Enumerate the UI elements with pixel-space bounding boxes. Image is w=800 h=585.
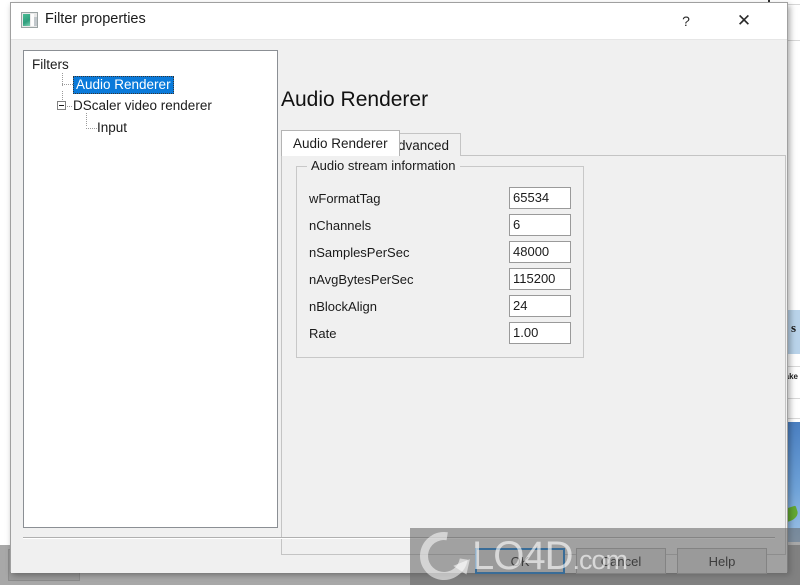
field-row: nBlockAlign 24 xyxy=(309,295,575,321)
tree-connector xyxy=(86,128,97,129)
field-value-nchannels[interactable]: 6 xyxy=(509,214,571,236)
field-row: nAvgBytesPerSec 115200 xyxy=(309,268,575,294)
title-bar: Filter properties ? ✕ xyxy=(11,3,787,40)
field-label-rate: Rate xyxy=(309,326,337,341)
close-icon[interactable]: ✕ xyxy=(721,3,767,38)
window-title: Filter properties xyxy=(45,11,146,27)
filters-tree[interactable]: Filters Audio Renderer DScaler video ren… xyxy=(23,50,278,528)
field-value-nblockalign[interactable]: 24 xyxy=(509,295,571,317)
filter-properties-icon xyxy=(21,12,38,28)
field-label-wformattag: wFormatTag xyxy=(309,191,381,206)
ok-button[interactable]: OK xyxy=(475,548,565,574)
dialog-body: Filters Audio Renderer DScaler video ren… xyxy=(11,40,787,574)
tree-connector xyxy=(86,113,87,127)
field-value-navgbytespersec[interactable]: 115200 xyxy=(509,268,571,290)
field-label-nchannels: nChannels xyxy=(309,218,372,233)
button-bar-separator xyxy=(23,537,775,539)
tree-expander-dscaler[interactable] xyxy=(57,101,66,110)
group-legend: Audio stream information xyxy=(307,158,460,173)
field-value-rate[interactable]: 1.00 xyxy=(509,322,571,344)
tree-connector xyxy=(62,84,73,85)
help-button[interactable]: Help xyxy=(677,548,767,574)
tree-item-input[interactable]: Input xyxy=(97,120,127,135)
field-label-nblockalign: nBlockAlign xyxy=(309,299,377,314)
tree-item-dscaler-video-renderer[interactable]: DScaler video renderer xyxy=(73,98,212,113)
field-value-wformattag[interactable]: 65534 xyxy=(509,187,571,209)
field-row: nSamplesPerSec 48000 xyxy=(309,241,575,267)
field-value-nsamplespersec[interactable]: 48000 xyxy=(509,241,571,263)
filter-properties-dialog: Filter properties ? ✕ Filters Audio Rend… xyxy=(10,2,788,574)
tab-page-audio-renderer: Audio stream information wFormatTag 6553… xyxy=(281,155,786,555)
field-row: nChannels 6 xyxy=(309,214,575,240)
tree-root-label: Filters xyxy=(32,57,69,72)
field-label-navgbytespersec: nAvgBytesPerSec xyxy=(309,272,414,287)
field-row: wFormatTag 65534 xyxy=(309,187,575,213)
help-icon[interactable]: ? xyxy=(663,3,709,38)
page-title: Audio Renderer xyxy=(281,88,429,111)
tree-item-audio-renderer[interactable]: Audio Renderer xyxy=(73,76,174,94)
field-row: Rate 1.00 xyxy=(309,322,575,348)
field-label-nsamplespersec: nSamplesPerSec xyxy=(309,245,410,260)
audio-stream-information-group: Audio stream information wFormatTag 6553… xyxy=(296,158,584,358)
tab-audio-renderer[interactable]: Audio Renderer xyxy=(281,130,400,156)
cancel-button[interactable]: Cancel xyxy=(576,548,666,574)
background-text-fragment: s xyxy=(790,320,796,335)
tab-strip: Audio Renderer Advanced xyxy=(281,130,786,156)
